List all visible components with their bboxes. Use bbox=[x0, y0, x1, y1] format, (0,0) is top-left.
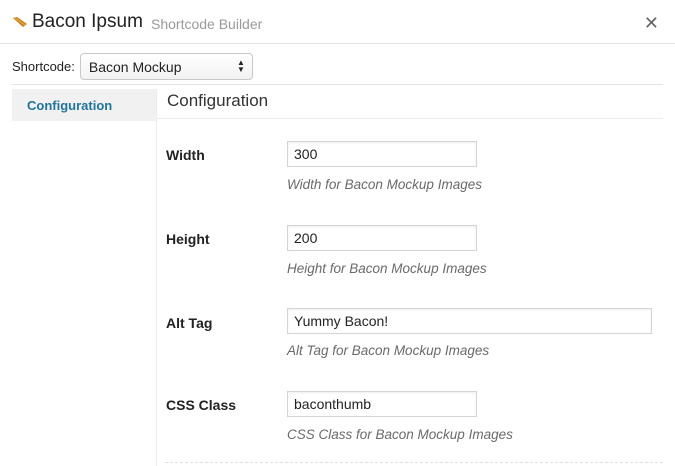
section-divider bbox=[157, 118, 663, 119]
shortcode-selected-value: Bacon Mockup bbox=[88, 58, 182, 75]
alt-tag-input[interactable] bbox=[287, 308, 652, 334]
width-description: Width for Bacon Mockup Images bbox=[287, 177, 482, 192]
css-class-input[interactable] bbox=[287, 391, 477, 417]
css-class-label: CSS Class bbox=[166, 397, 237, 413]
height-description: Height for Bacon Mockup Images bbox=[287, 261, 487, 276]
width-input[interactable] bbox=[287, 141, 477, 167]
sidebar-separator bbox=[156, 89, 157, 466]
css-class-description: CSS Class for Bacon Mockup Images bbox=[287, 427, 513, 442]
select-arrows-icon: ▲ ▼ bbox=[236, 57, 245, 74]
width-label: Width bbox=[166, 147, 205, 163]
close-icon[interactable]: ✕ bbox=[644, 14, 659, 32]
form-bottom-divider bbox=[165, 462, 663, 463]
modal-subtitle: Shortcode Builder bbox=[151, 16, 263, 32]
shortcode-row: Shortcode: Bacon Mockup ▲ ▼ bbox=[12, 52, 253, 80]
sidebar-item-label: Configuration bbox=[27, 98, 113, 113]
shortcode-builder-modal: Bacon Ipsum Shortcode Builder ✕ Shortcod… bbox=[0, 0, 675, 466]
shortcode-label: Shortcode: bbox=[12, 58, 75, 74]
sidebar-item-configuration[interactable]: Configuration bbox=[12, 89, 156, 121]
shortcode-select[interactable]: Bacon Mockup ▲ ▼ bbox=[79, 52, 253, 80]
height-input[interactable] bbox=[287, 225, 477, 251]
bacon-strip-icon bbox=[13, 17, 27, 27]
alt-tag-label: Alt Tag bbox=[166, 315, 213, 331]
height-label: Height bbox=[166, 231, 210, 247]
modal-header: Bacon Ipsum Shortcode Builder ✕ bbox=[0, 0, 675, 44]
alt-tag-description: Alt Tag for Bacon Mockup Images bbox=[287, 343, 490, 358]
section-title: Configuration bbox=[167, 91, 269, 110]
shortcode-divider bbox=[12, 84, 663, 85]
modal-title: Bacon Ipsum bbox=[32, 11, 143, 32]
